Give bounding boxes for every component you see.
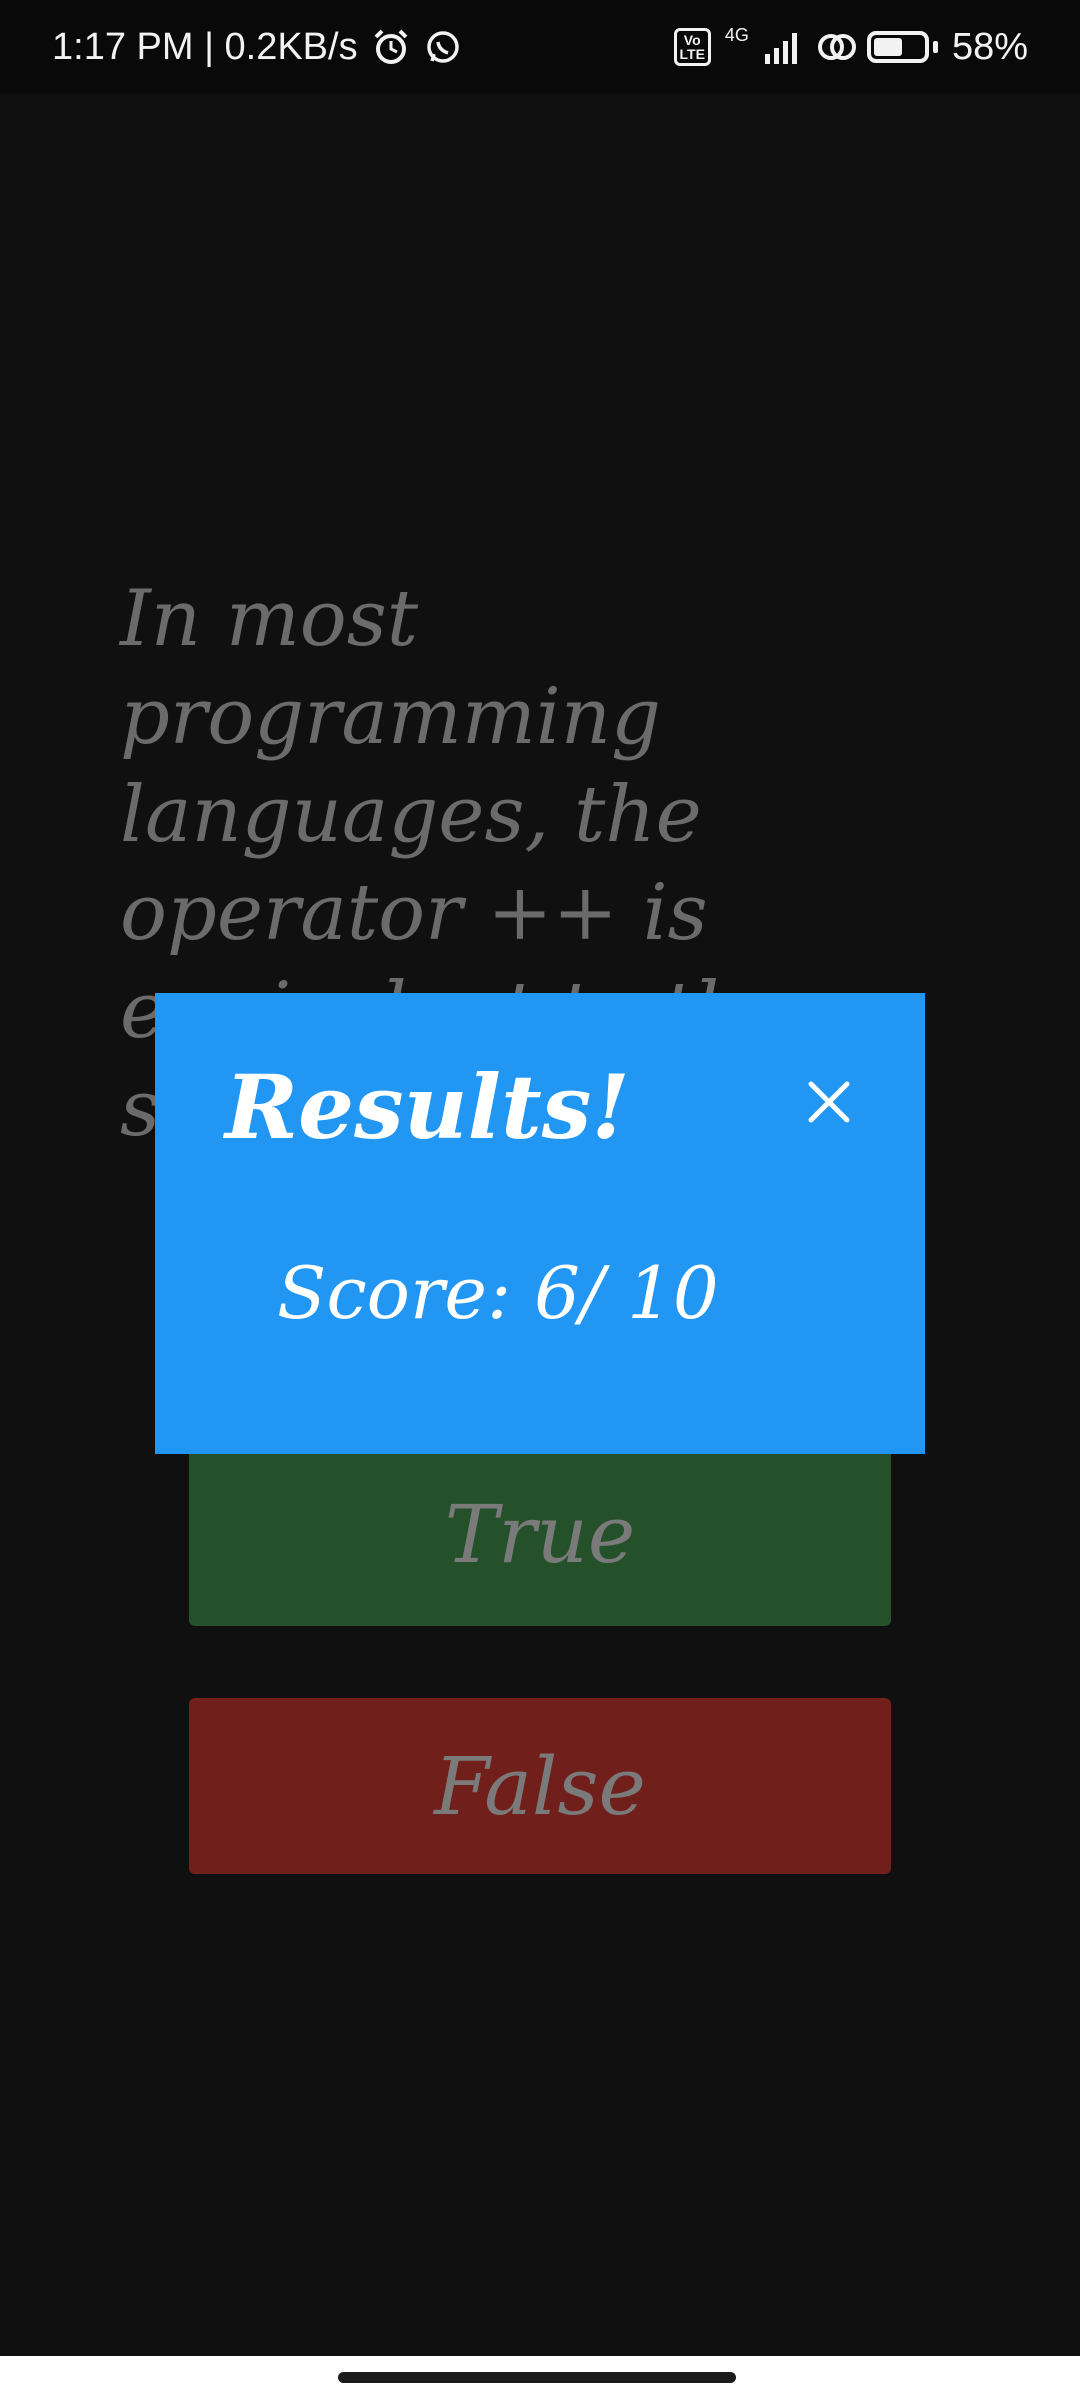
alarm-icon bbox=[372, 28, 410, 66]
true-button[interactable]: True bbox=[189, 1442, 891, 1626]
screen: 1:17 PM | 0.2KB/s Vo LTE 4G 58% In most … bbox=[0, 0, 1080, 2400]
status-bar: 1:17 PM | 0.2KB/s Vo LTE 4G 58% bbox=[0, 0, 1080, 94]
volte-icon: Vo LTE bbox=[673, 28, 711, 66]
battery-tip bbox=[932, 41, 938, 53]
signal-icon bbox=[763, 28, 801, 66]
score-text: Score: 6/ 10 bbox=[277, 1251, 719, 1335]
whatsapp-icon bbox=[424, 28, 462, 66]
status-right: Vo LTE 4G 58% bbox=[673, 24, 1028, 69]
battery-percent: 58% bbox=[951, 25, 1028, 68]
link-icon bbox=[815, 28, 856, 66]
status-left: 1:17 PM | 0.2KB/s bbox=[52, 26, 462, 69]
false-button[interactable]: False bbox=[189, 1698, 891, 1874]
battery-icon bbox=[866, 31, 938, 63]
home-indicator[interactable] bbox=[338, 2372, 736, 2383]
true-button-label: True bbox=[444, 1487, 636, 1581]
battery-fill bbox=[873, 38, 902, 56]
battery-body bbox=[866, 31, 929, 63]
results-modal: Results! Score: 6/ 10 bbox=[155, 993, 925, 1454]
modal-title: Results! bbox=[225, 1055, 630, 1159]
gesture-bar bbox=[0, 2356, 1080, 2400]
status-time-speed: 1:17 PM | 0.2KB/s bbox=[52, 25, 358, 68]
network-type: 4G bbox=[724, 24, 749, 45]
close-icon[interactable] bbox=[803, 1076, 855, 1128]
false-button-label: False bbox=[434, 1739, 646, 1833]
